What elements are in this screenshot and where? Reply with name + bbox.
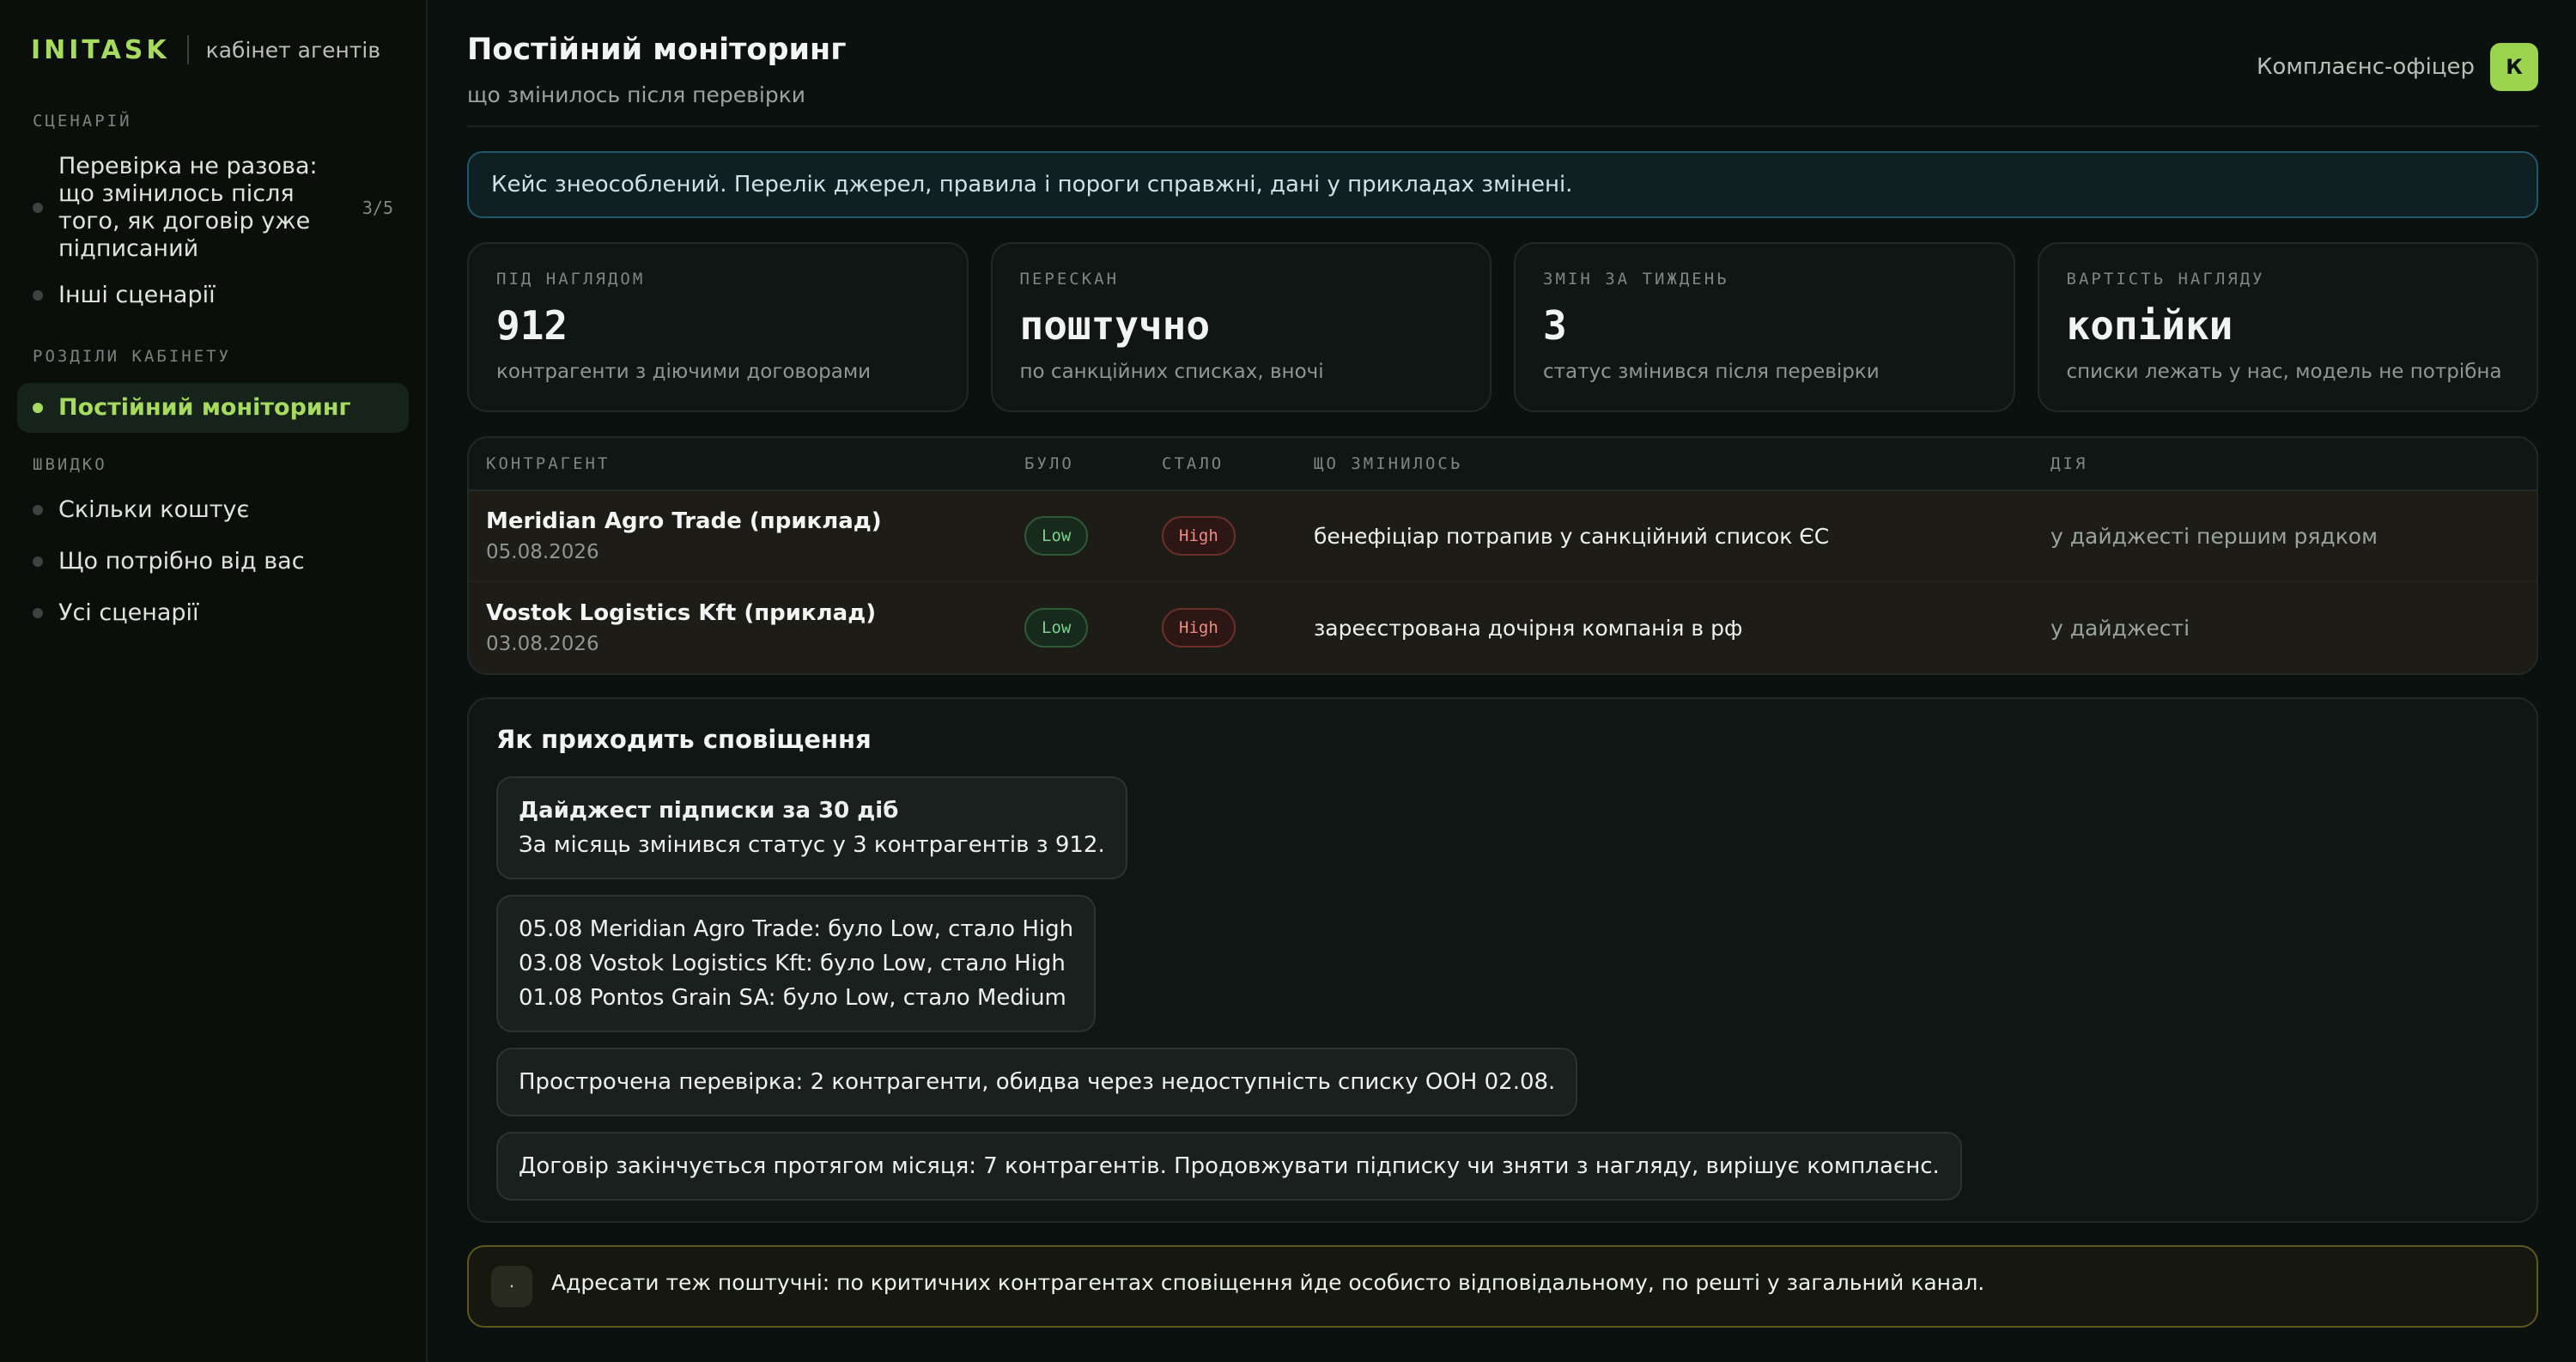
expiring-message: Договір закінчується протягом місяця: 7 …: [496, 1132, 1962, 1201]
table-row[interactable]: Meridian Agro Trade (приклад) 05.08.2026…: [469, 491, 2537, 582]
stat-card-rescan: ПЕРЕСКАН поштучно по санкційних списках,…: [990, 242, 1492, 412]
user-menu[interactable]: Комплаєнс-офіцер К: [2257, 43, 2538, 91]
stat-label: ПЕРЕСКАН: [1019, 270, 1120, 289]
bullet-icon: [33, 403, 43, 413]
stat-value: 912: [496, 302, 568, 349]
sidebar-item-label: Скільки коштує: [58, 496, 250, 523]
change-date: 03.08.2026: [486, 633, 599, 655]
sidebar-item-label: Інші сценарії: [58, 282, 216, 308]
counterparty-name: Vostok Logistics Kft (приклад): [486, 600, 877, 626]
row-action: у дайджесті: [2050, 615, 2190, 641]
notification-preview: Як приходить сповіщення Дайджест підписк…: [467, 697, 2538, 1223]
stat-label: ВАРТІСТЬ НАГЛЯДУ: [2066, 270, 2265, 289]
recipients-note: · Адресати теж поштучні: по критичних ко…: [467, 1245, 2538, 1328]
bullet-icon: [33, 203, 43, 213]
column-header-now[interactable]: СТАЛО: [1162, 454, 1314, 473]
risk-badge-was: Low: [1024, 516, 1089, 556]
risk-badge-now: High: [1162, 608, 1236, 648]
digest-title: Дайджест підписки за 30 діб: [519, 798, 899, 824]
brand: INITASK кабінет агентів: [17, 33, 409, 67]
stat-label: ЗМІН ЗА ТИЖДЕНЬ: [1543, 270, 1729, 289]
change-line: 01.08 Pontos Grain SA: було Low, стало M…: [519, 985, 1066, 1011]
sidebar-item-label: Усі сценарії: [58, 599, 199, 626]
bullet-icon: [33, 505, 43, 515]
user-role: Комплаєнс-офіцер: [2256, 54, 2475, 80]
digest-message: Дайджест підписки за 30 діб За місяць зм…: [496, 776, 1127, 879]
table-header: КОНТРАГЕНТ БУЛО СТАЛО ЩО ЗМІНИЛОСЬ ДІЯ: [469, 438, 2537, 491]
risk-badge-now: High: [1162, 516, 1236, 556]
sidebar-item-all-scenarios[interactable]: Усі сценарії: [17, 599, 409, 627]
row-action: у дайджесті першим рядком: [2050, 523, 2378, 549]
overdue-message: Прострочена перевірка: 2 контрагенти, об…: [496, 1048, 1578, 1116]
bullet-icon: [33, 290, 43, 301]
risk-badge-was: Low: [1024, 608, 1089, 648]
sidebar-item-pricing[interactable]: Скільки коштує: [17, 496, 409, 524]
stat-value: 3: [1543, 302, 1567, 349]
column-header-counterparty[interactable]: КОНТРАГЕНТ: [469, 454, 1024, 473]
sidebar-item-label: Постійний моніторинг: [58, 394, 351, 421]
sidebar-item-label: Що потрібно від вас: [58, 548, 305, 575]
notification-title: Як приходить сповіщення: [496, 725, 872, 754]
column-header-action[interactable]: ДІЯ: [2050, 454, 2537, 473]
sidebar-section-title: СЦЕНАРІЙ: [33, 112, 132, 131]
change-line: 03.08 Vostok Logistics Kft: було Low, ст…: [519, 951, 1066, 976]
sidebar-section-title: РОЗДІЛИ КАБІНЕТУ: [33, 347, 232, 366]
change-line: 05.08 Meridian Agro Trade: було Low, ста…: [519, 916, 1074, 942]
anonymization-notice: Кейс знеособлений. Перелік джерел, прави…: [467, 151, 2538, 218]
sidebar-item-other-scenarios[interactable]: Інші сценарії: [17, 282, 409, 309]
brand-subtitle: кабінет агентів: [205, 37, 381, 63]
bullet-icon: [33, 556, 43, 567]
sidebar-section-title: ШВИДКО: [33, 455, 107, 474]
stat-description: списки лежать у нас, модель не потрібна: [2066, 361, 2502, 383]
table-row[interactable]: Vostok Logistics Kft (приклад) 03.08.202…: [469, 582, 2537, 673]
stat-description: контрагенти з діючими договорами: [496, 361, 872, 383]
sidebar-item-monitoring[interactable]: Постійний моніторинг: [17, 383, 409, 433]
brand-logo[interactable]: INITASK: [31, 35, 170, 65]
recipients-note-text: Адресати теж поштучні: по критичних конт…: [551, 1269, 1985, 1295]
digest-text: За місяць змінився статус у 3 контрагент…: [519, 832, 1105, 858]
page-header: Постійний моніторинг що змінилось після …: [467, 31, 2538, 127]
stat-label: ПІД НАГЛЯДОМ: [496, 270, 646, 289]
sidebar-item-current-scenario[interactable]: Перевірка не разова: що змінилось після …: [17, 153, 409, 263]
page-title: Постійний моніторинг: [467, 33, 847, 67]
stat-value: поштучно: [1019, 302, 1211, 349]
main-content: Постійний моніторинг що змінилось після …: [428, 0, 2576, 1362]
app: INITASK кабінет агентів СЦЕНАРІЙ Перевір…: [0, 0, 2576, 1362]
stat-description: по санкційних списках, вночі: [1019, 361, 1324, 383]
stat-card-monitored: ПІД НАГЛЯДОМ 912 контрагенти з діючими д…: [467, 242, 969, 412]
column-header-change[interactable]: ЩО ЗМІНИЛОСЬ: [1314, 454, 2050, 473]
brand-divider: [186, 35, 189, 64]
change-description: бенефіціар потрапив у санкційний список …: [1314, 523, 1830, 549]
bullet-icon: [33, 608, 43, 618]
sidebar-item-label: Перевірка не разова: що змінилось після …: [58, 153, 318, 262]
page-subtitle: що змінилось після перевірки: [467, 82, 806, 107]
sidebar: INITASK кабінет агентів СЦЕНАРІЙ Перевір…: [0, 0, 428, 1362]
scenario-progress: 3/5: [361, 198, 393, 218]
avatar[interactable]: К: [2490, 43, 2538, 91]
changes-message: 05.08 Meridian Agro Trade: було Low, ста…: [496, 895, 1097, 1032]
stat-card-weekly-changes: ЗМІН ЗА ТИЖДЕНЬ 3 статус змінився після …: [1514, 242, 2015, 412]
stat-card-cost: ВАРТІСТЬ НАГЛЯДУ копійки списки лежать у…: [2037, 242, 2538, 412]
change-date: 05.08.2026: [486, 541, 599, 563]
changes-table: КОНТРАГЕНТ БУЛО СТАЛО ЩО ЗМІНИЛОСЬ ДІЯ M…: [467, 436, 2538, 675]
stat-description: статус змінився після перевірки: [1543, 361, 1880, 383]
stat-value: копійки: [2066, 302, 2233, 349]
counterparty-name: Meridian Agro Trade (приклад): [486, 508, 882, 534]
stats-row: ПІД НАГЛЯДОМ 912 контрагенти з діючими д…: [467, 242, 2538, 412]
column-header-was[interactable]: БУЛО: [1024, 454, 1162, 473]
dot-icon: ·: [491, 1266, 532, 1307]
change-description: зареєстрована дочірня компанія в рф: [1314, 615, 1743, 641]
sidebar-item-requirements[interactable]: Що потрібно від вас: [17, 548, 409, 575]
